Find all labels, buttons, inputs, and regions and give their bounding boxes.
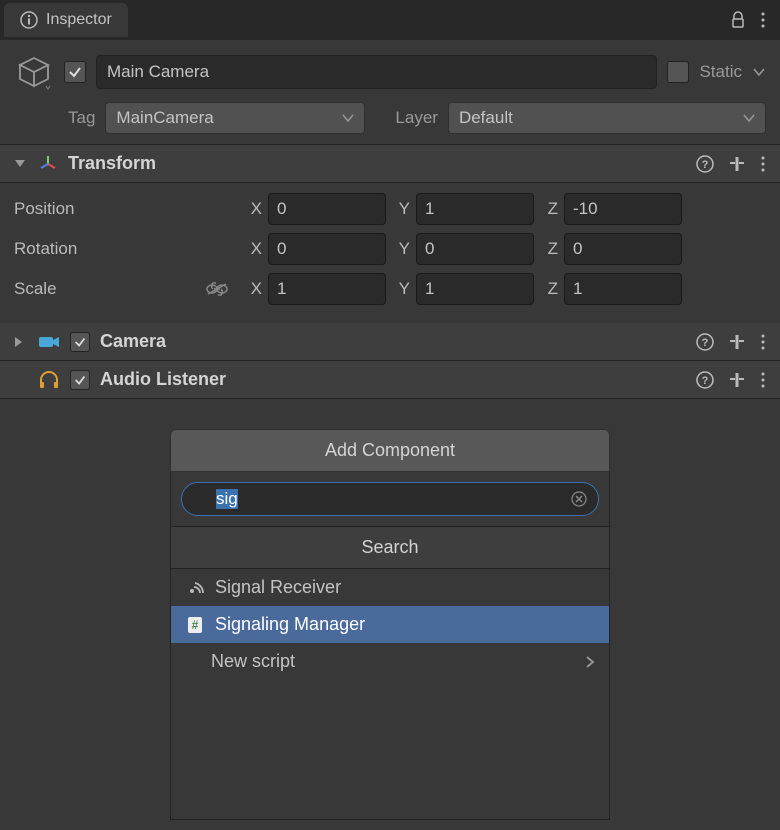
position-x-input[interactable] [268, 193, 386, 225]
scale-z-input[interactable] [564, 273, 682, 305]
axis-y-label: Y [392, 199, 410, 219]
lock-icon[interactable] [730, 11, 746, 29]
search-header: Search [171, 526, 609, 569]
headphones-icon [38, 371, 60, 389]
tag-label: Tag [68, 108, 95, 128]
layer-dropdown[interactable]: Default [448, 102, 766, 134]
tag-dropdown[interactable]: MainCamera [105, 102, 365, 134]
tab-bar: Inspector [0, 0, 780, 40]
more-icon[interactable] [760, 333, 766, 351]
preset-icon[interactable] [728, 155, 746, 173]
audio-enabled-checkbox[interactable] [70, 370, 90, 390]
search-value: sig [216, 489, 238, 509]
more-icon[interactable] [760, 155, 766, 173]
gameobject-header: Static Tag MainCamera Layer Default [0, 40, 780, 145]
gameobject-name-input[interactable] [96, 55, 657, 89]
svg-text:?: ? [702, 337, 709, 349]
svg-text:?: ? [702, 375, 709, 387]
tab-title: Inspector [46, 11, 112, 29]
help-icon[interactable]: ? [696, 155, 714, 173]
static-dropdown-arrow[interactable] [752, 67, 766, 77]
transform-icon [38, 154, 58, 174]
transform-body: Position X Y Z Rotation X Y Z Scale X Y [0, 183, 780, 323]
position-y-input[interactable] [416, 193, 534, 225]
svg-text:#: # [192, 618, 199, 632]
result-label: New script [211, 651, 295, 672]
preset-icon[interactable] [728, 333, 746, 351]
static-label: Static [699, 62, 742, 82]
add-component-panel: sig Search Signal Receiver # Signaling M… [170, 472, 610, 820]
gameobject-icon[interactable] [14, 52, 54, 92]
axis-z-label: Z [540, 199, 558, 219]
rotation-y-input[interactable] [416, 233, 534, 265]
rotation-x-input[interactable] [268, 233, 386, 265]
result-label: Signaling Manager [215, 614, 365, 635]
more-icon[interactable] [760, 371, 766, 389]
camera-icon [38, 334, 60, 350]
chevron-right-icon [585, 655, 595, 669]
component-search-input[interactable]: sig [181, 482, 599, 516]
scale-row: Scale X Y Z [14, 273, 766, 305]
result-signaling-manager[interactable]: # Signaling Manager [171, 606, 609, 643]
tag-value: MainCamera [116, 108, 213, 128]
result-signal-receiver[interactable]: Signal Receiver [171, 569, 609, 606]
add-component-button[interactable]: Add Component [170, 429, 610, 472]
rotation-label: Rotation [14, 239, 244, 259]
audio-listener-title: Audio Listener [100, 369, 686, 390]
scale-y-input[interactable] [416, 273, 534, 305]
rotation-row: Rotation X Y Z [14, 233, 766, 265]
scale-x-input[interactable] [268, 273, 386, 305]
info-icon [20, 11, 38, 29]
inspector-tab[interactable]: Inspector [4, 3, 128, 37]
signal-icon [185, 578, 205, 598]
active-checkbox[interactable] [64, 61, 86, 83]
help-icon[interactable]: ? [696, 333, 714, 351]
foldout-icon[interactable] [14, 159, 28, 169]
result-new-script[interactable]: New script [171, 643, 609, 680]
axis-x-label: X [244, 199, 262, 219]
static-checkbox[interactable] [667, 61, 689, 83]
transform-header[interactable]: Transform ? [0, 145, 780, 183]
result-list: Signal Receiver # Signaling Manager New … [171, 569, 609, 819]
link-icon[interactable] [206, 282, 228, 296]
camera-header[interactable]: Camera ? [0, 323, 780, 361]
rotation-z-input[interactable] [564, 233, 682, 265]
position-z-input[interactable] [564, 193, 682, 225]
camera-enabled-checkbox[interactable] [70, 332, 90, 352]
transform-title: Transform [68, 153, 686, 174]
foldout-icon[interactable] [14, 336, 28, 348]
position-label: Position [14, 199, 244, 219]
camera-title: Camera [100, 331, 686, 352]
clear-icon[interactable] [571, 491, 587, 507]
svg-text:?: ? [702, 159, 709, 171]
layer-label: Layer [395, 108, 438, 128]
layer-value: Default [459, 108, 513, 128]
script-icon: # [185, 615, 205, 635]
result-label: Signal Receiver [215, 577, 341, 598]
position-row: Position X Y Z [14, 193, 766, 225]
help-icon[interactable]: ? [696, 371, 714, 389]
preset-icon[interactable] [728, 371, 746, 389]
audio-listener-header[interactable]: Audio Listener ? [0, 361, 780, 399]
more-icon[interactable] [760, 11, 766, 29]
scale-label: Scale [14, 279, 57, 299]
